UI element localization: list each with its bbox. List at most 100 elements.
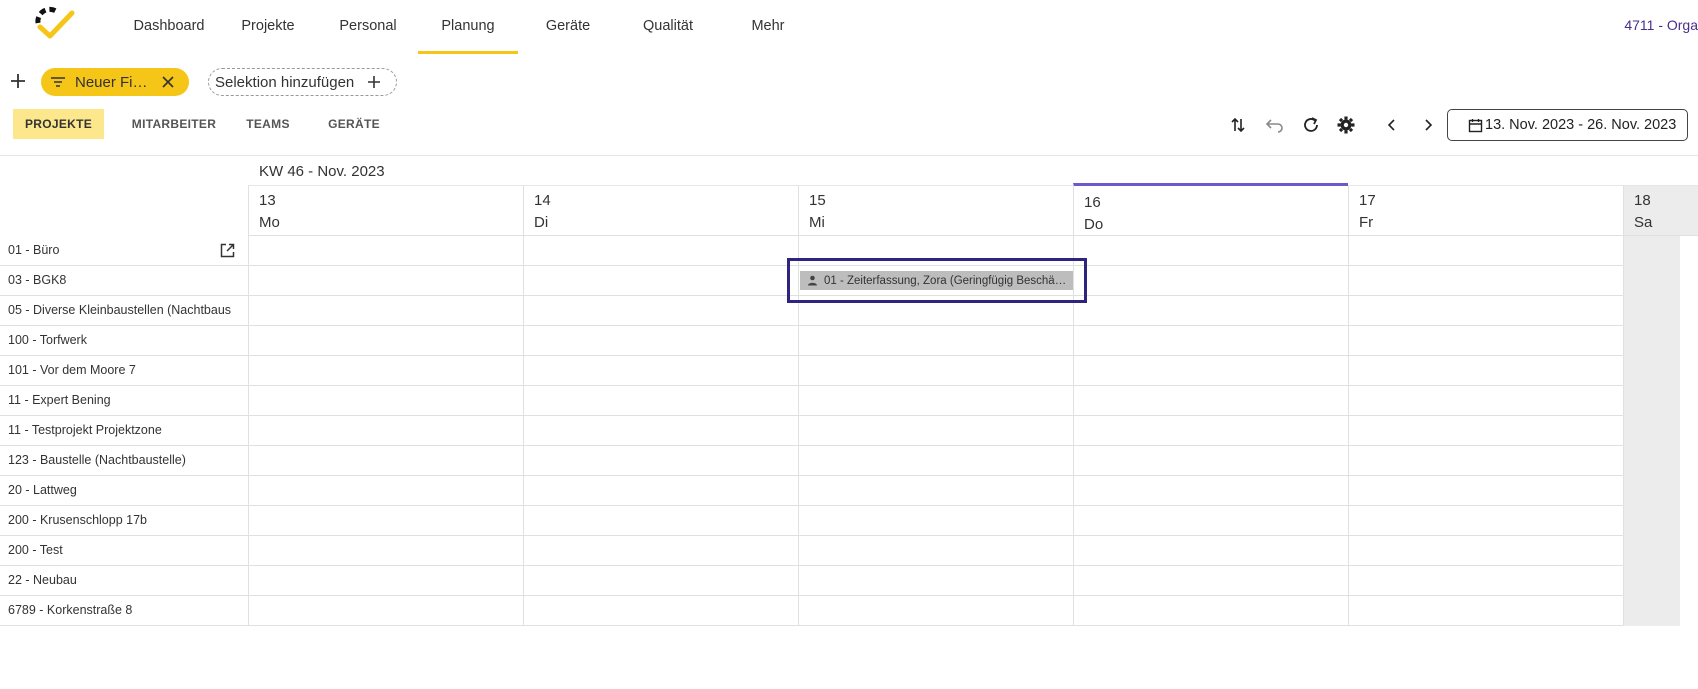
- calendar-cell[interactable]: [1348, 416, 1623, 446]
- project-label[interactable]: 123 - Baustelle (Nachtbaustelle): [0, 446, 248, 476]
- calendar-cell[interactable]: [1623, 506, 1680, 536]
- calendar-cell[interactable]: [248, 266, 523, 296]
- calendar-cell[interactable]: [523, 596, 798, 626]
- calendar-cell[interactable]: [1073, 296, 1348, 326]
- calendar-cell[interactable]: [798, 596, 1073, 626]
- calendar-cell[interactable]: [248, 326, 523, 356]
- assignment-event[interactable]: 01 - Zeiterfassung, Zora (Geringfügig Be…: [800, 271, 1073, 290]
- calendar-cell[interactable]: [1073, 266, 1348, 296]
- calendar-cell[interactable]: [1348, 356, 1623, 386]
- calendar-cell[interactable]: [523, 236, 798, 266]
- calendar-cell[interactable]: [1348, 476, 1623, 506]
- project-label[interactable]: 100 - Torfwerk: [0, 326, 248, 356]
- calendar-cell[interactable]: [1073, 326, 1348, 356]
- chevron-right-icon[interactable]: [1417, 114, 1439, 136]
- project-label[interactable]: 200 - Krusenschlopp 17b: [0, 506, 248, 536]
- nav-item-geräte[interactable]: Geräte: [518, 0, 618, 54]
- calendar-cell[interactable]: [1348, 446, 1623, 476]
- date-range-picker[interactable]: 13. Nov. 2023 - 26. Nov. 2023: [1447, 109, 1688, 141]
- project-label[interactable]: 11 - Testprojekt Projektzone: [0, 416, 248, 446]
- project-label[interactable]: 200 - Test: [0, 536, 248, 566]
- calendar-cell[interactable]: [523, 506, 798, 536]
- organization-label[interactable]: 4711 - Orga: [1624, 17, 1698, 33]
- project-label[interactable]: 11 - Expert Bening: [0, 386, 248, 416]
- calendar-cell[interactable]: [523, 356, 798, 386]
- calendar-cell[interactable]: [248, 236, 523, 266]
- undo-icon[interactable]: [1264, 114, 1286, 136]
- calendar-cell[interactable]: [248, 386, 523, 416]
- calendar-cell[interactable]: [1623, 356, 1680, 386]
- nav-item-projekte[interactable]: Projekte: [218, 0, 318, 54]
- calendar-cell[interactable]: [523, 266, 798, 296]
- refresh-icon[interactable]: [1300, 114, 1322, 136]
- calendar-cell[interactable]: [1073, 566, 1348, 596]
- calendar-cell[interactable]: [1623, 416, 1680, 446]
- calendar-cell[interactable]: [1623, 446, 1680, 476]
- nav-item-qualität[interactable]: Qualität: [618, 0, 718, 54]
- calendar-cell[interactable]: [798, 356, 1073, 386]
- calendar-cell[interactable]: [248, 506, 523, 536]
- calendar-cell[interactable]: [523, 326, 798, 356]
- project-label[interactable]: 05 - Diverse Kleinbaustellen (Nachtbaus: [0, 296, 248, 326]
- calendar-cell[interactable]: [523, 566, 798, 596]
- calendar-cell[interactable]: [1623, 476, 1680, 506]
- calendar-cell[interactable]: [1623, 266, 1680, 296]
- calendar-cell[interactable]: [1348, 386, 1623, 416]
- calendar-cell[interactable]: [523, 446, 798, 476]
- calendar-cell[interactable]: [523, 386, 798, 416]
- calendar-cell[interactable]: [1623, 596, 1680, 626]
- chevron-left-icon[interactable]: [1381, 114, 1403, 136]
- project-label[interactable]: 03 - BGK8: [0, 266, 248, 296]
- project-label[interactable]: 20 - Lattweg: [0, 476, 248, 506]
- calendar-cell[interactable]: [1623, 566, 1680, 596]
- calendar-cell[interactable]: [1623, 296, 1680, 326]
- project-label[interactable]: 6789 - Korkenstraße 8: [0, 596, 248, 626]
- calendar-cell[interactable]: [798, 416, 1073, 446]
- calendar-cell[interactable]: [798, 446, 1073, 476]
- calendar-cell[interactable]: [248, 296, 523, 326]
- project-label[interactable]: 101 - Vor dem Moore 7: [0, 356, 248, 386]
- add-icon[interactable]: [9, 72, 27, 90]
- calendar-cell[interactable]: [1348, 536, 1623, 566]
- calendar-cell[interactable]: [798, 506, 1073, 536]
- calendar-cell[interactable]: [523, 296, 798, 326]
- calendar-cell[interactable]: [1348, 566, 1623, 596]
- calendar-cell[interactable]: [798, 476, 1073, 506]
- calendar-cell[interactable]: [1073, 536, 1348, 566]
- project-label[interactable]: 01 - Büro: [0, 236, 248, 266]
- calendar-cell[interactable]: [1623, 236, 1680, 266]
- calendar-cell[interactable]: [1348, 506, 1623, 536]
- calendar-cell[interactable]: [248, 536, 523, 566]
- nav-item-dashboard[interactable]: Dashboard: [117, 0, 221, 54]
- sort-icon[interactable]: [1227, 114, 1249, 136]
- settings-icon[interactable]: [1335, 114, 1357, 136]
- nav-item-personal[interactable]: Personal: [318, 0, 418, 54]
- calendar-cell[interactable]: [1073, 596, 1348, 626]
- nav-item-mehr[interactable]: Mehr: [718, 0, 818, 54]
- calendar-cell[interactable]: [248, 476, 523, 506]
- tab-projekte[interactable]: PROJEKTE: [13, 109, 104, 139]
- calendar-cell[interactable]: [1073, 506, 1348, 536]
- calendar-cell[interactable]: [798, 566, 1073, 596]
- calendar-cell[interactable]: [1623, 536, 1680, 566]
- calendar-cell[interactable]: [1073, 356, 1348, 386]
- calendar-cell[interactable]: [798, 386, 1073, 416]
- add-selection-chip[interactable]: Selektion hinzufügen: [208, 68, 397, 96]
- tab-teams[interactable]: TEAMS: [236, 109, 300, 139]
- calendar-cell[interactable]: [1073, 386, 1348, 416]
- calendar-cell[interactable]: [798, 536, 1073, 566]
- calendar-cell[interactable]: [798, 326, 1073, 356]
- calendar-cell[interactable]: [248, 446, 523, 476]
- calendar-cell[interactable]: [523, 416, 798, 446]
- calendar-cell[interactable]: [1073, 236, 1348, 266]
- calendar-cell[interactable]: [1073, 416, 1348, 446]
- tab-mitarbeiter[interactable]: MITARBEITER: [120, 109, 228, 139]
- open-in-new-icon[interactable]: [219, 242, 236, 259]
- filter-chip[interactable]: Neuer Fi…: [41, 68, 189, 96]
- calendar-cell[interactable]: [1348, 596, 1623, 626]
- calendar-cell[interactable]: [1073, 446, 1348, 476]
- calendar-cell[interactable]: [1348, 236, 1623, 266]
- calendar-cell[interactable]: [1348, 296, 1623, 326]
- calendar-cell[interactable]: [248, 596, 523, 626]
- calendar-cell[interactable]: [248, 416, 523, 446]
